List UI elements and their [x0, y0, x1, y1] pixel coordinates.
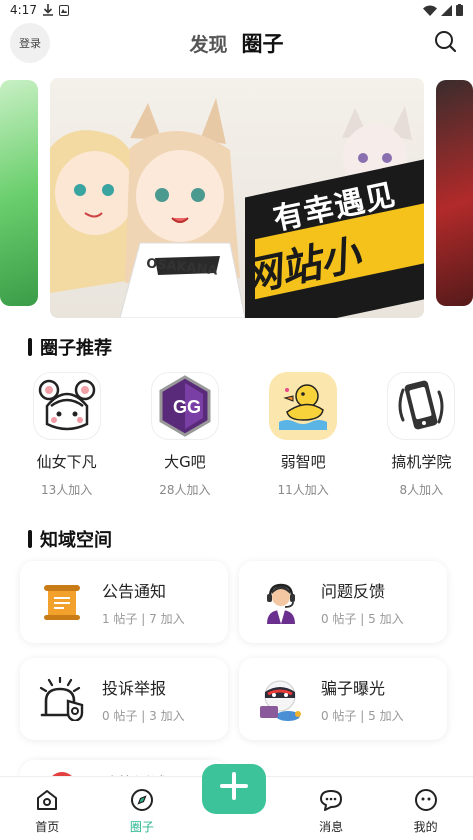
wifi-icon: [423, 5, 437, 16]
space-meta: 0 帖子 | 5 加入: [321, 708, 404, 723]
circle-name: 弱智吧: [280, 453, 326, 471]
circle-count: 13人加入: [40, 483, 93, 497]
scroll-icon: [38, 578, 86, 626]
profile-icon: [414, 789, 437, 811]
duck-icon: [269, 372, 338, 440]
circle-count: 28人加入: [159, 483, 211, 497]
space-name: 公告通知: [102, 581, 167, 601]
circle-name: 大G吧: [164, 453, 206, 471]
space-name: 骗子曝光: [321, 678, 386, 698]
nav-label: 消息: [319, 820, 344, 834]
section-spaces-title: 知域空间: [40, 530, 112, 551]
circle-name: 搞机学院: [391, 453, 452, 471]
nav-label: 圈子: [129, 820, 154, 834]
space-meta: 0 帖子 | 5 加入: [321, 611, 404, 626]
status-time: 4:17: [10, 3, 37, 17]
circle-item-tech[interactable]: 搞机学院 8人加入: [370, 372, 473, 498]
bandit-icon: [257, 675, 305, 723]
gameguardian-icon: G G: [150, 372, 219, 440]
section-marker: [28, 338, 32, 356]
home-icon: [37, 790, 58, 810]
download-icon: [42, 4, 53, 16]
circle-item-silly[interactable]: 弱智吧 11人加入: [252, 372, 355, 498]
signal-icon: [441, 4, 452, 16]
space-card-announcement[interactable]: 公告通知 1 帖子 | 7 加入: [20, 561, 228, 643]
tab-discover[interactable]: 发现: [189, 30, 227, 57]
search-icon: [435, 31, 457, 53]
space-card-feedback[interactable]: 问题反馈 0 帖子 | 5 加入: [239, 561, 447, 643]
space-card-report[interactable]: 投诉举报 0 帖子 | 3 加入: [20, 658, 228, 740]
section-recommend: 圈子推荐: [28, 334, 112, 360]
svg-text:G: G: [173, 397, 187, 417]
space-card-scammer[interactable]: 骗子曝光 0 帖子 | 5 加入: [239, 658, 447, 740]
add-post-button[interactable]: [202, 764, 267, 814]
search-button[interactable]: [433, 29, 459, 55]
battery-icon: [456, 4, 463, 16]
recommend-list: 仙女下凡 13人加入 G G 大G吧 28人加入 弱智吧 11人加入 搞机学院 …: [0, 372, 473, 498]
notification-icon: [58, 4, 69, 16]
compass-icon: [130, 789, 153, 811]
banner-main[interactable]: 有幸遇见 网站小 OSAKANA: [50, 78, 424, 318]
phone-icon: [387, 372, 456, 440]
nav-label: 我的: [413, 820, 438, 834]
nav-item-circles[interactable]: 圈子: [95, 777, 190, 840]
section-spaces: 知域空间: [28, 526, 112, 552]
banner-prev-card[interactable]: [0, 80, 38, 306]
section-marker: [28, 530, 32, 548]
nav-item-profile[interactable]: 我的: [378, 777, 473, 840]
space-meta: 1 帖子 | 7 加入: [102, 611, 185, 626]
status-bar: 4:17: [0, 0, 473, 20]
tab-circles[interactable]: 圈子: [242, 28, 284, 58]
space-meta: 0 帖子 | 3 加入: [102, 708, 185, 723]
circle-count: 11人加入: [277, 483, 329, 497]
support-agent-icon: [257, 578, 305, 626]
banner-next-card[interactable]: [436, 80, 473, 306]
circle-item-big-g[interactable]: G G 大G吧 28人加入: [133, 372, 236, 498]
chat-icon: [320, 790, 343, 811]
section-recommend-title: 圈子推荐: [40, 338, 112, 359]
circle-item-fairy[interactable]: 仙女下凡 13人加入: [15, 372, 118, 498]
space-name: 问题反馈: [321, 581, 386, 601]
tab-bar: 发现 圈子: [0, 28, 473, 58]
bottom-nav: 首页 圈子 消息 我的: [0, 764, 473, 840]
nav-item-add-slot: [189, 764, 284, 840]
fairy-avatar-icon: [32, 372, 101, 440]
nav-item-messages[interactable]: 消息: [284, 777, 379, 840]
report-icon: [38, 675, 86, 723]
svg-text:G: G: [187, 397, 201, 417]
circle-count: 8人加入: [399, 483, 444, 497]
circle-name: 仙女下凡: [36, 453, 97, 471]
plus-icon: [220, 772, 249, 800]
nav-label: 首页: [35, 820, 60, 834]
top-bar: 登录 发现 圈子: [0, 22, 473, 63]
space-name: 投诉举报: [102, 678, 167, 698]
banner-carousel[interactable]: 有幸遇见 网站小 OSAKANA: [0, 78, 473, 318]
nav-item-home[interactable]: 首页: [0, 777, 95, 840]
